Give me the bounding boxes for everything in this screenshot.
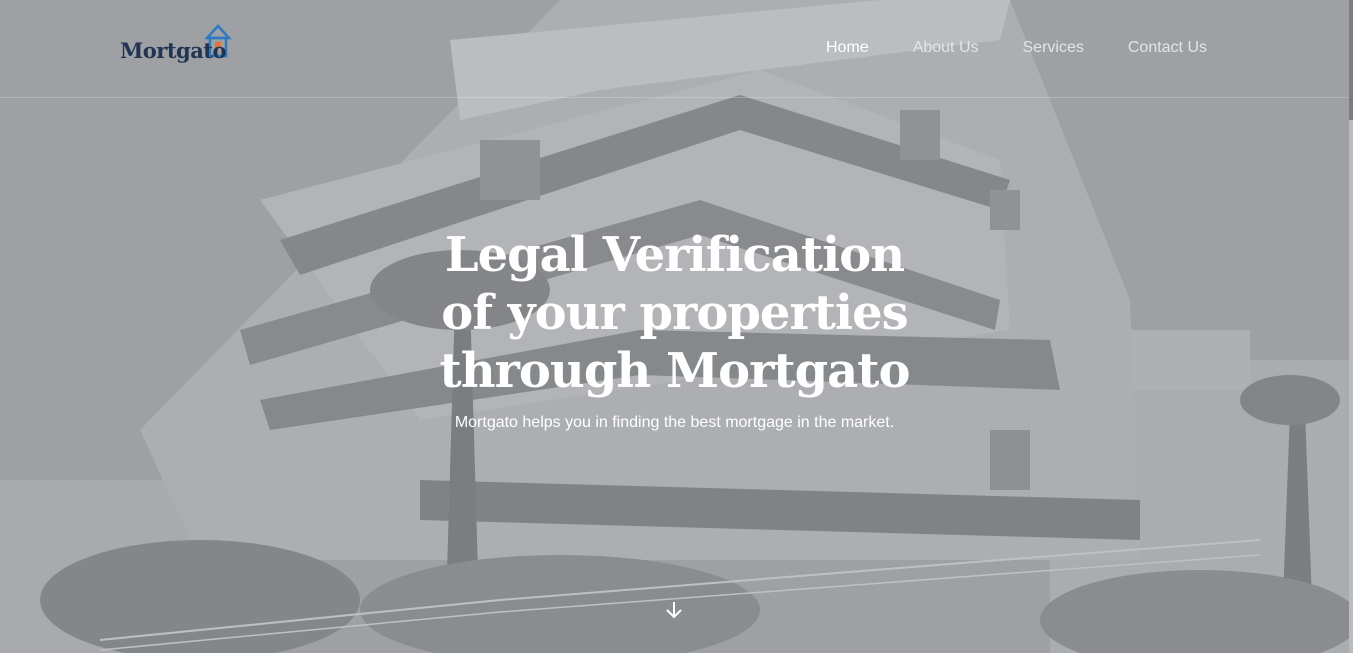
scrollbar-thumb[interactable] <box>1349 0 1353 120</box>
brand-logo[interactable]: Mortgato <box>118 22 238 72</box>
main-nav: Home About Us Services Contact Us <box>782 38 1207 58</box>
nav-item-home[interactable]: Home <box>826 38 869 58</box>
site-header: Mortgato Home About Us Services Contact … <box>0 0 1349 98</box>
nav-item-about-us[interactable]: About Us <box>913 38 979 58</box>
nav-item-contact-us[interactable]: Contact Us <box>1128 38 1207 58</box>
hero-subtitle: Mortgato helps you in finding the best m… <box>454 414 895 431</box>
nav-item-services[interactable]: Services <box>1023 38 1084 58</box>
brand-name: Mortgato <box>120 38 227 63</box>
scrollbar[interactable] <box>1349 0 1353 653</box>
hero-title: Legal Verification of your properties th… <box>439 227 911 399</box>
hero-content: Legal Verification of your properties th… <box>0 226 1349 432</box>
arrow-down-icon[interactable] <box>664 600 684 620</box>
